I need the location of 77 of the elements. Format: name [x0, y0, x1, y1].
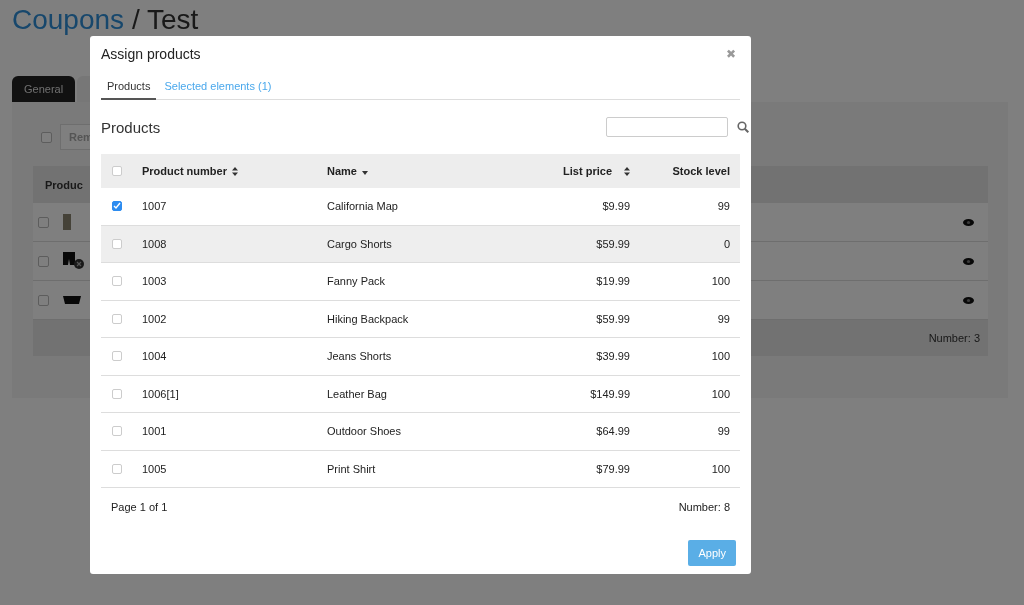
table-cell: 1005: [142, 462, 167, 475]
checkbox[interactable]: [38, 294, 49, 306]
table-cell: 1008: [142, 237, 167, 250]
table-cell: $64.99: [596, 425, 630, 438]
checkbox[interactable]: [112, 166, 122, 176]
item-count: Number: 3: [928, 332, 980, 344]
column-header[interactable]: Product number: [142, 165, 227, 177]
table-row[interactable]: 1007 California Map $9.99 99: [101, 188, 740, 226]
pagination-text: Page 1 of 1: [111, 501, 168, 513]
checkbox[interactable]: [112, 313, 122, 324]
eye-icon[interactable]: [963, 296, 974, 304]
checkbox[interactable]: [112, 426, 122, 437]
checkbox[interactable]: [112, 238, 122, 249]
sort-descending-icon[interactable]: [361, 170, 368, 175]
search-icon[interactable]: [737, 121, 749, 133]
eye-icon[interactable]: [963, 257, 974, 265]
table-row[interactable]: 1008 Cargo Shorts $59.99 0: [101, 225, 740, 263]
table-row[interactable]: 1004 Jeans Shorts $39.99 100: [101, 338, 740, 376]
sort-icon[interactable]: [231, 166, 238, 176]
checkbox[interactable]: [112, 388, 122, 399]
table-row[interactable]: 1005 Print Shirt $79.99 100: [101, 450, 740, 488]
column-header[interactable]: Stock level: [672, 165, 730, 177]
bag-thumbnail-icon: [63, 296, 81, 304]
table-row[interactable]: 1001 Outdoor Shoes $64.99 99: [101, 413, 740, 451]
search-field[interactable]: [606, 117, 728, 137]
checkbox[interactable]: [112, 201, 122, 212]
checkbox[interactable]: [41, 131, 52, 143]
checkbox[interactable]: [112, 351, 122, 362]
table-cell: 1006[1]: [142, 387, 179, 400]
checkbox[interactable]: [112, 463, 122, 474]
table-cell: California Map: [327, 200, 398, 213]
table-cell: 1001: [142, 425, 167, 438]
table-cell: $19.99: [596, 275, 630, 288]
shorts-thumbnail-icon: [63, 252, 85, 270]
table-cell: 0: [723, 237, 730, 250]
item-count: Number: 8: [678, 501, 730, 513]
table-cell: 100: [711, 275, 730, 288]
table-cell: Outdoor Shoes: [327, 425, 401, 438]
map-thumbnail-icon: [63, 214, 71, 230]
table-cell: 100: [711, 462, 730, 475]
checkbox[interactable]: [112, 276, 122, 287]
table-cell: Hiking Backpack: [327, 312, 409, 325]
table-cell: 1007: [142, 200, 167, 213]
table-cell: 100: [711, 387, 730, 400]
table-cell: $79.99: [596, 462, 630, 475]
table-cell: Print Shirt: [327, 462, 376, 475]
table-row[interactable]: 1003 Fanny Pack $19.99 100: [101, 263, 740, 301]
column-header: Produc: [45, 178, 83, 191]
eye-icon[interactable]: [963, 218, 974, 226]
table-cell: $39.99: [596, 350, 630, 363]
table-cell: Leather Bag: [327, 387, 387, 400]
page-title: / Test: [131, 4, 199, 35]
table-cell: Jeans Shorts: [327, 350, 392, 363]
table-cell: 1004: [142, 350, 167, 363]
dialog-title: Assign products: [101, 46, 201, 62]
tab[interactable]: Products: [101, 80, 157, 100]
column-header[interactable]: List price: [563, 165, 612, 177]
table-cell: $149.99: [590, 387, 630, 400]
checkbox[interactable]: [38, 255, 49, 267]
table-cell: $59.99: [596, 312, 630, 325]
table-cell: 99: [717, 425, 730, 438]
table-cell: $59.99: [596, 237, 630, 250]
table-cell: 1003: [142, 275, 167, 288]
checkbox[interactable]: [38, 216, 49, 228]
table-cell: Cargo Shorts: [327, 237, 392, 250]
table-cell: $9.99: [602, 200, 630, 213]
table-cell: Fanny Pack: [327, 275, 386, 288]
section-heading: Products: [101, 118, 161, 136]
column-header[interactable]: Name: [327, 165, 357, 177]
table-row[interactable]: 1002 Hiking Backpack $59.99 99: [101, 300, 740, 338]
tab[interactable]: General: [12, 76, 76, 102]
table-cell: 1002: [142, 312, 167, 325]
table-cell: 99: [717, 312, 730, 325]
table-cell: 100: [711, 350, 730, 363]
sort-icon[interactable]: [624, 166, 630, 176]
table-cell: 99: [717, 200, 730, 213]
table-row[interactable]: 1006[1] Leather Bag $149.99 100: [101, 375, 740, 413]
